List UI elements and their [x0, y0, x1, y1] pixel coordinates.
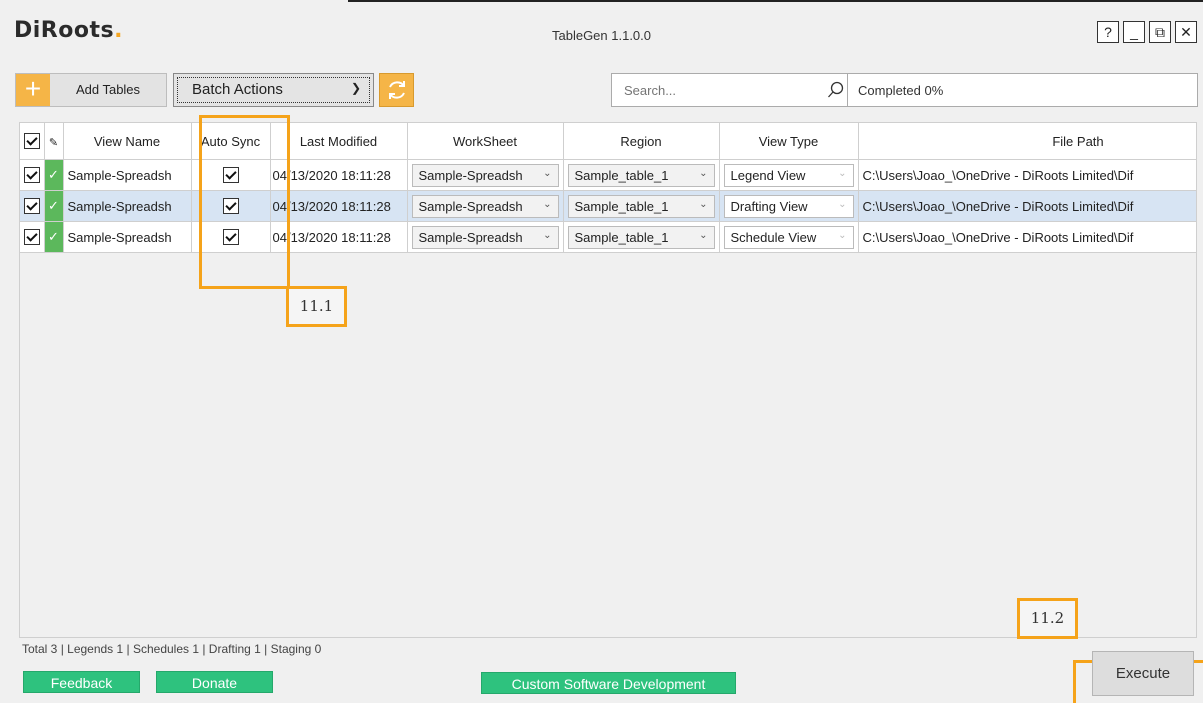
top-divider-line [348, 0, 1203, 2]
view-name-cell: Sample-Spreadsh [63, 221, 192, 253]
donate-button[interactable]: Donate [156, 671, 273, 693]
status-check-icon: ✓ [44, 159, 64, 191]
progress-field: Completed 0% [847, 73, 1198, 107]
chevron-down-icon: ⌄ [699, 167, 708, 179]
worksheet-cell: Sample-Spreadsh ⌄ [407, 159, 564, 191]
status-check-icon: ✓ [44, 190, 64, 222]
file-path-cell: C:\Users\Joao_\OneDrive - DiRoots Limite… [858, 221, 1196, 253]
header-view-type[interactable]: View Type [719, 123, 859, 160]
chevron-down-icon: ⌄ [543, 198, 552, 210]
restore-button[interactable]: ⧉ [1149, 21, 1171, 43]
search-icon[interactable] [827, 81, 845, 99]
last-modified-cell: 04/13/2020 18:11:28 [270, 159, 408, 191]
view-type-value: Schedule View [730, 229, 817, 245]
header-worksheet[interactable]: WorkSheet [407, 123, 564, 160]
table-row[interactable]: ✓ Sample-Spreadsh 04/13/2020 18:11:28 Sa… [20, 159, 1196, 191]
row-select-cell[interactable] [20, 221, 45, 253]
header-region[interactable]: Region [563, 123, 720, 160]
select-all-checkbox[interactable] [23, 133, 40, 150]
region-value: Sample_table_1 [574, 198, 669, 214]
window-title: TableGen 1.1.0.0 [551, 28, 652, 43]
file-path-cell: C:\Users\Joao_\OneDrive - DiRoots Limite… [858, 159, 1196, 191]
worksheet-value: Sample-Spreadsh [418, 167, 523, 183]
chevron-down-icon: ⌄ [699, 229, 708, 241]
close-button[interactable]: ✕ [1175, 21, 1197, 43]
chevron-down-icon: ⌄ [699, 198, 708, 210]
refresh-icon [388, 81, 405, 99]
row-select-checkbox[interactable] [23, 229, 40, 246]
region-value: Sample_table_1 [574, 229, 669, 245]
toolbar: + Add Tables Batch Actions ❯ Completed 0… [15, 73, 1198, 109]
view-type-value: Legend View [730, 167, 806, 183]
status-check-icon: ✓ [44, 221, 64, 253]
add-tables-button[interactable]: + Add Tables [15, 73, 167, 107]
minimize-button[interactable]: _ [1123, 21, 1145, 43]
region-cell: Sample_table_1 ⌄ [563, 159, 720, 191]
execute-button[interactable]: Execute [1092, 651, 1194, 696]
help-button[interactable]: ? [1097, 21, 1119, 43]
table-row[interactable]: ✓ Sample-Spreadsh 04/13/2020 18:11:28 Sa… [20, 221, 1196, 253]
chevron-down-icon: ⌄ [838, 167, 847, 179]
row-select-checkbox[interactable] [23, 198, 40, 215]
row-select-cell[interactable] [20, 159, 45, 191]
last-modified-cell: 04/13/2020 18:11:28 [270, 221, 408, 253]
region-cell: Sample_table_1 ⌄ [563, 221, 720, 253]
add-tables-label: Add Tables [75, 82, 141, 97]
refresh-button[interactable] [379, 73, 414, 107]
worksheet-value: Sample-Spreadsh [418, 229, 523, 245]
auto-sync-highlight [199, 115, 290, 289]
region-value: Sample_table_1 [574, 167, 669, 183]
last-modified-cell: 04/13/2020 18:11:28 [270, 190, 408, 222]
custom-software-development-button[interactable]: Custom Software Development [481, 672, 736, 694]
view-type-select[interactable]: Schedule View ⌄ [723, 225, 854, 249]
summary-text: Total 3 | Legends 1 | Schedules 1 | Draf… [22, 642, 322, 656]
chevron-down-icon: ⌄ [543, 229, 552, 241]
table-row[interactable]: ✓ Sample-Spreadsh 04/13/2020 18:11:28 Sa… [20, 190, 1196, 222]
worksheet-select[interactable]: Sample-Spreadsh ⌄ [411, 225, 559, 249]
callout-11-2: 11.2 [1017, 598, 1078, 639]
edit-column-header: ✎ [44, 123, 64, 160]
worksheet-cell: Sample-Spreadsh ⌄ [407, 221, 564, 253]
chevron-down-icon: ❯ [350, 81, 361, 95]
view-type-select[interactable]: Legend View ⌄ [723, 163, 854, 187]
region-select[interactable]: Sample_table_1 ⌄ [567, 163, 715, 187]
view-type-value: Drafting View [730, 198, 808, 214]
search-input[interactable] [622, 82, 806, 99]
header-row: ✎ View Name Auto Sync Last Modified Work… [20, 123, 1196, 160]
header-last-modified[interactable]: Last Modified [270, 123, 408, 160]
window-controls: ? _ ⧉ ✕ [1097, 21, 1197, 43]
region-cell: Sample_table_1 ⌄ [563, 190, 720, 222]
file-path-cell: C:\Users\Joao_\OneDrive - DiRoots Limite… [858, 190, 1196, 222]
batch-actions-dropdown[interactable]: Batch Actions ❯ [173, 73, 374, 107]
region-select[interactable]: Sample_table_1 ⌄ [567, 194, 715, 218]
worksheet-value: Sample-Spreadsh [418, 198, 523, 214]
progress-text: Completed 0% [858, 83, 944, 98]
view-type-cell: Schedule View ⌄ [719, 221, 859, 253]
chevron-down-icon: ⌄ [838, 229, 847, 241]
worksheet-select[interactable]: Sample-Spreadsh ⌄ [411, 194, 559, 218]
header-file-path[interactable]: File Path [858, 123, 1196, 160]
header-view-name[interactable]: View Name [63, 123, 192, 160]
chevron-down-icon: ⌄ [543, 167, 552, 179]
chevron-down-icon: ⌄ [838, 198, 847, 210]
feedback-button[interactable]: Feedback [23, 671, 140, 693]
view-type-select[interactable]: Drafting View ⌄ [723, 194, 854, 218]
view-name-cell: Sample-Spreadsh [63, 190, 192, 222]
region-select[interactable]: Sample_table_1 ⌄ [567, 225, 715, 249]
worksheet-select[interactable]: Sample-Spreadsh ⌄ [411, 163, 559, 187]
worksheet-cell: Sample-Spreadsh ⌄ [407, 190, 564, 222]
view-type-cell: Legend View ⌄ [719, 159, 859, 191]
pencil-icon: ✎ [48, 136, 59, 149]
view-type-cell: Drafting View ⌄ [719, 190, 859, 222]
search-box [611, 73, 854, 107]
row-select-cell[interactable] [20, 190, 45, 222]
row-select-checkbox[interactable] [23, 167, 40, 184]
batch-actions-label: Batch Actions [192, 81, 283, 98]
callout-11-1: 11.1 [286, 286, 347, 327]
view-name-cell: Sample-Spreadsh [63, 159, 192, 191]
tables-grid: ✎ View Name Auto Sync Last Modified Work… [19, 122, 1197, 638]
select-all-checkbox-cell[interactable] [20, 123, 45, 160]
plus-icon: + [16, 74, 50, 106]
